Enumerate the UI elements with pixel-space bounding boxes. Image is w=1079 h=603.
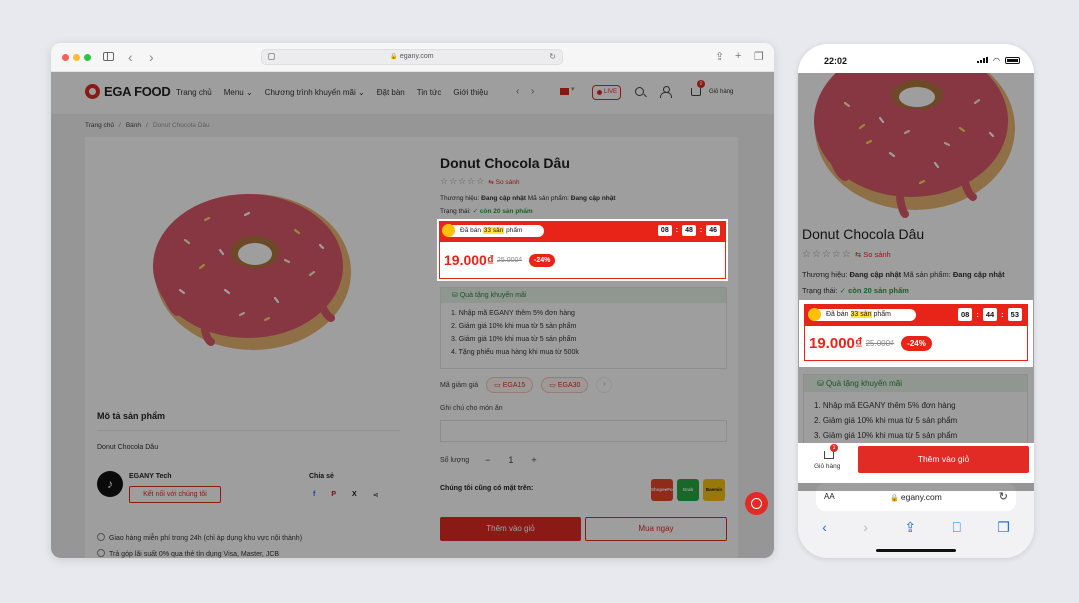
sold-highlight: 33 sản (850, 311, 872, 318)
status-time: 22:02 (824, 56, 848, 66)
share-page-icon[interactable]: ⇪ (715, 50, 724, 63)
original-price: 25.000₫ (865, 338, 895, 348)
signal-icon (977, 57, 988, 63)
sold-text: phẩm (504, 227, 523, 234)
cart-icon[interactable]: 1 (824, 444, 838, 459)
tab-overview-icon[interactable]: ❐ (754, 50, 764, 63)
cart-badge: 1 (830, 444, 838, 452)
lock-icon: 🔒 (890, 495, 899, 502)
mobile-page: Donut Chocola Dâu ☆☆☆☆☆ ⇆ So sánh Thương … (798, 73, 1034, 491)
close-window-button[interactable] (62, 54, 69, 61)
new-tab-icon[interactable]: + (735, 50, 741, 62)
flash-sale-box: Đã bán 33 sản phẩm 08: 44: 53 19.000₫ 25… (799, 300, 1033, 367)
maximize-window-button[interactable] (84, 54, 91, 61)
timer-hours: 08 (957, 308, 973, 321)
timer-minutes: 48 (682, 225, 696, 236)
mobile-phone-frame: 22:02 ◠ Donut Chocola Dâu ☆☆☆☆☆ ⇆ So sánh… (798, 44, 1034, 558)
desktop-browser-window: ‹ › 🔒 egany.com ↻ ⇪ + ❐ EGA FOOD Trang ch… (51, 43, 774, 558)
forward-arrow-icon[interactable]: › (863, 519, 868, 536)
address-bar[interactable]: 🔒 egany.com ↻ (261, 49, 563, 65)
home-indicator (876, 549, 956, 552)
sold-count-pill: Đã bán 33 sản phẩm (808, 308, 916, 321)
share-icon[interactable]: ⇪ (904, 519, 916, 536)
status-bar: 22:02 ◠ (798, 44, 1034, 73)
flash-sale-box: Đã bán 33 sản phẩm 08: 48: 46 19.000₫ 25… (437, 219, 728, 281)
price-row: 19.000₫ 25.000₫ -24% (439, 242, 726, 279)
tabs-icon[interactable]: ❐ (997, 519, 1010, 536)
discount-badge: -24% (901, 335, 932, 351)
sidebar-toggle-icon[interactable] (103, 52, 114, 61)
sale-price: 19.000₫ (809, 334, 863, 352)
sale-price: 19.000₫ (444, 252, 495, 268)
reload-icon[interactable]: ↻ (549, 50, 556, 64)
lock-icon: 🔒 (390, 54, 398, 60)
back-arrow-icon[interactable]: ‹ (128, 49, 133, 65)
timer-seconds: 53 (1007, 308, 1022, 321)
fingerprint-chat-icon[interactable] (745, 492, 768, 515)
back-arrow-icon[interactable]: ‹ (822, 519, 827, 536)
countdown-timer: 08: 48: 46 (657, 225, 720, 236)
discount-badge: -24% (529, 253, 556, 267)
flash-sale-band: Đã bán 33 sản phẩm 08: 48: 46 (439, 221, 726, 242)
countdown-timer: 08: 44: 53 (957, 308, 1022, 321)
flash-sale-band: Đã bán 33 sản phẩm 08: 44: 53 (804, 304, 1028, 326)
dim-overlay (51, 72, 774, 558)
bookmarks-icon[interactable]: ⎕ (952, 519, 960, 536)
sold-count-pill: Đã bán 33 sản phẩm (442, 224, 544, 237)
wifi-icon: ◠ (993, 56, 1000, 65)
timer-minutes: 44 (982, 308, 998, 321)
sold-text: Đã bán (826, 311, 851, 318)
add-to-cart-button[interactable]: Thêm vào giỏ (858, 446, 1029, 473)
url-text: egany.com (399, 53, 434, 60)
sold-text: Đã bán (460, 227, 483, 234)
timer-hours: 08 (657, 225, 672, 236)
sticky-cart-bar: 1 Giỏ hàng Thêm vào giỏ (798, 443, 1034, 483)
cart-label[interactable]: Giỏ hàng (814, 463, 840, 470)
minimize-window-button[interactable] (73, 54, 80, 61)
url-text: egany.com (900, 492, 942, 502)
original-price: 25.000₫ (497, 256, 523, 264)
browser-toolbar: ‹ › 🔒 egany.com ↻ ⇪ + ❐ (51, 43, 774, 72)
page-favicon-icon (268, 53, 275, 60)
price-row: 19.000₫ 25.000₫ -24% (804, 326, 1028, 361)
browser-tools: ‹ › ⇪ ⎕ ❐ (798, 519, 1034, 536)
sold-text: phẩm (871, 311, 892, 318)
dim-overlay (798, 73, 1034, 491)
timer-seconds: 46 (706, 225, 720, 236)
sold-highlight: 33 sản (482, 227, 505, 234)
battery-icon (1005, 57, 1020, 64)
forward-arrow-icon[interactable]: › (149, 49, 154, 65)
